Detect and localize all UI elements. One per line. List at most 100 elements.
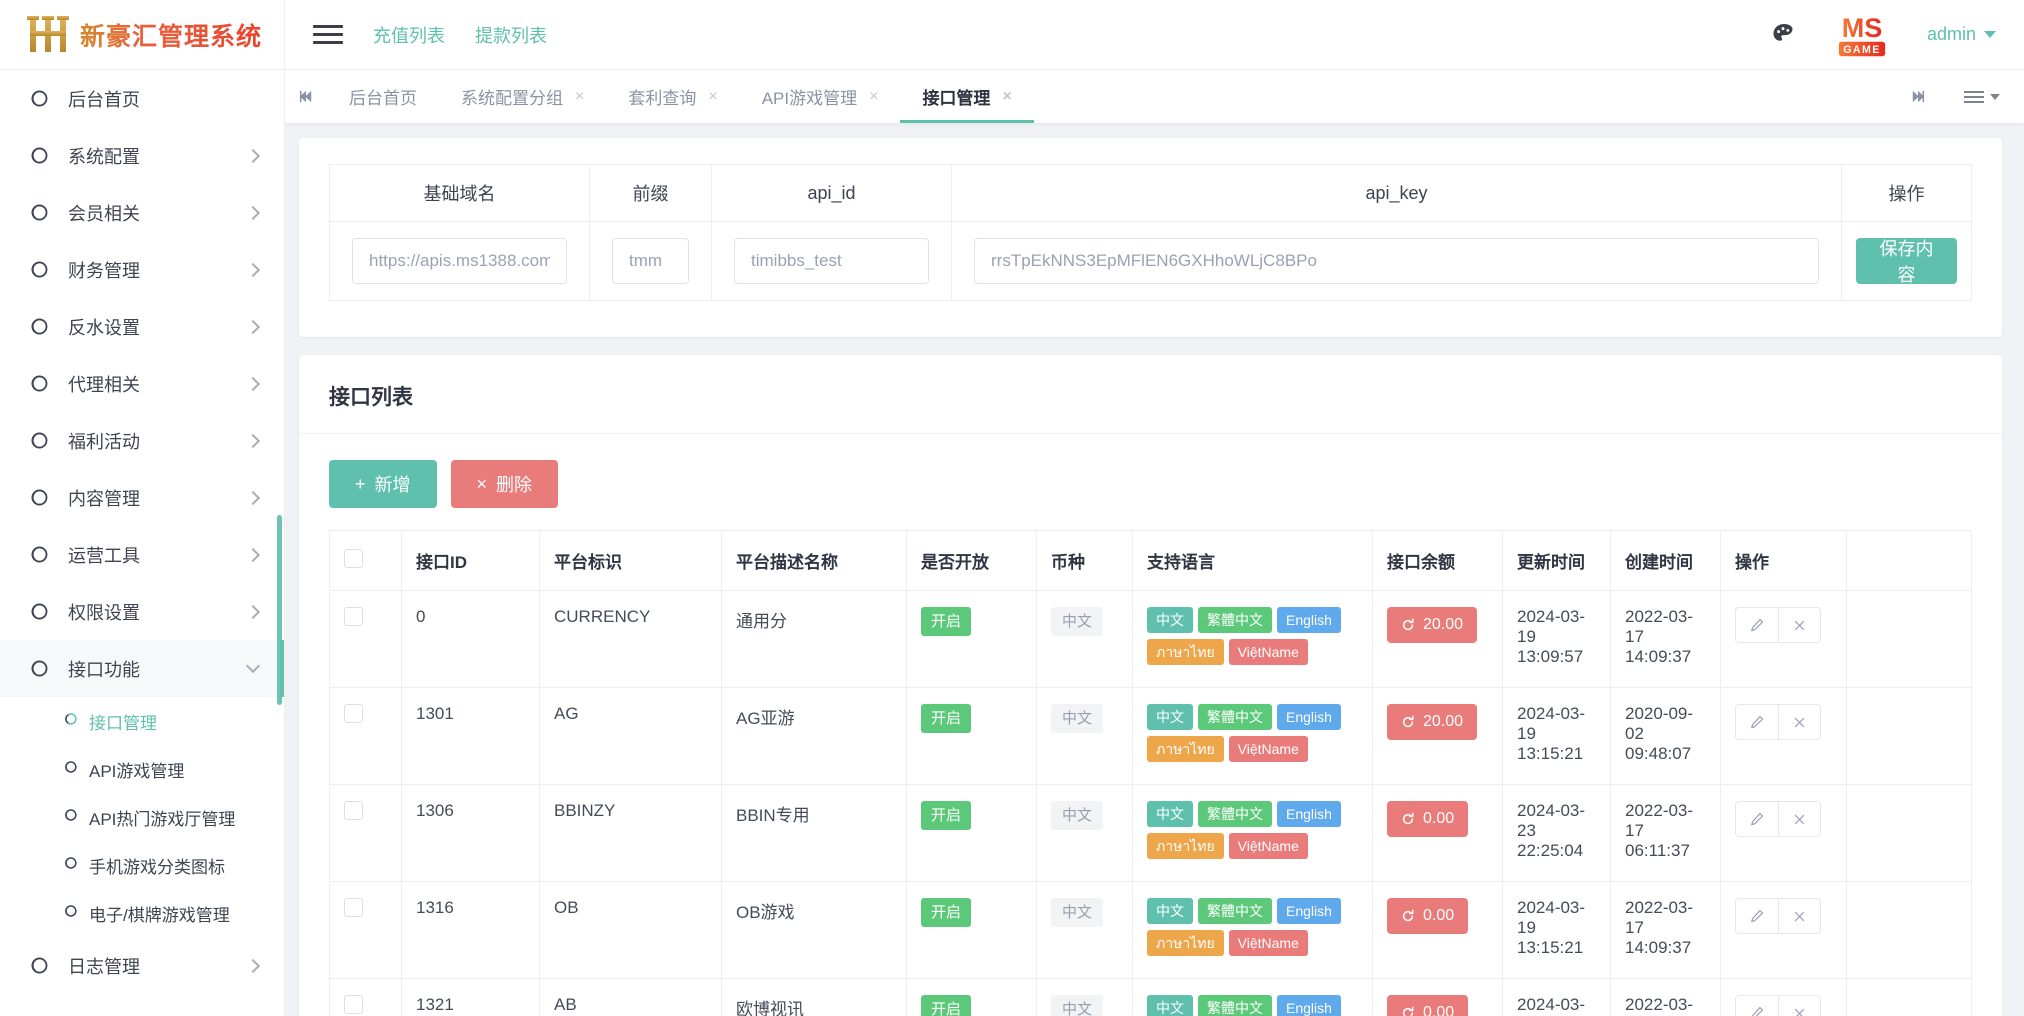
- sidebar-item-1[interactable]: 系统配置: [0, 127, 284, 184]
- sidebar-item-3[interactable]: 财务管理: [0, 241, 284, 298]
- row-checkbox[interactable]: [344, 607, 363, 626]
- column-header-9: 操作: [1721, 531, 1847, 591]
- data-table-wrap: 接口ID平台标识平台描述名称是否开放币种支持语言接口余额更新时间创建时间操作 0…: [299, 530, 2002, 1016]
- sidebar-subitem-2[interactable]: API热门游戏厅管理: [0, 793, 284, 841]
- row-checkbox[interactable]: [344, 995, 363, 1014]
- cell-open-status: 开启: [907, 785, 1037, 882]
- cell-balance: 0.00: [1373, 882, 1503, 979]
- language-tag: ViệtName: [1229, 639, 1308, 665]
- language-tag: English: [1277, 801, 1341, 827]
- sidebar-subitem-3[interactable]: 手机游戏分类图标: [0, 841, 284, 889]
- balance-value: 0.00: [1423, 1004, 1454, 1016]
- tab-3[interactable]: API游戏管理×: [740, 70, 901, 123]
- ring-icon: [62, 711, 78, 732]
- cell-platform-name: 通用分: [722, 591, 907, 688]
- edit-row-button[interactable]: [1736, 608, 1778, 642]
- api-id-input[interactable]: [734, 238, 929, 284]
- table-row: 1321AB欧博视讯开启中文中文繁體中文EnglishภาษาไทยViệtNa…: [330, 979, 1972, 1016]
- tab-0[interactable]: 后台首页: [327, 70, 439, 123]
- delete-row-button[interactable]: [1778, 802, 1820, 836]
- select-all-checkbox[interactable]: [344, 549, 363, 568]
- row-select-cell: [330, 882, 402, 979]
- skip-next-icon[interactable]: [1896, 88, 1938, 105]
- cell-open-status: 开启: [907, 882, 1037, 979]
- language-tag: ViệtName: [1229, 930, 1308, 956]
- sidebar-item-6[interactable]: 福利活动: [0, 412, 284, 469]
- tab-4[interactable]: 接口管理×: [900, 70, 1033, 123]
- skip-previous-icon[interactable]: [285, 70, 327, 123]
- tab-close-icon[interactable]: ×: [1002, 89, 1011, 105]
- tab-close-icon[interactable]: ×: [575, 89, 584, 105]
- palette-icon[interactable]: [1771, 22, 1797, 48]
- edit-row-button[interactable]: [1736, 899, 1778, 933]
- sidebar-item-7[interactable]: 内容管理: [0, 469, 284, 526]
- cell-created-at: 2022-03-17 14:09:37: [1611, 882, 1721, 979]
- delete-row-button[interactable]: [1778, 996, 1820, 1016]
- delete-button[interactable]: × 删除: [451, 460, 559, 508]
- sidebar-item-10[interactable]: 接口功能: [0, 640, 284, 697]
- sidebar-item-4[interactable]: 反水设置: [0, 298, 284, 355]
- sidebar-scrollbar[interactable]: [277, 515, 282, 705]
- tab-2[interactable]: 套利查询×: [606, 70, 739, 123]
- delete-button-label: 删除: [496, 471, 532, 497]
- row-checkbox[interactable]: [344, 704, 363, 723]
- language-tag: ภาษาไทย: [1147, 833, 1224, 859]
- top-link-withdraw[interactable]: 提款列表: [475, 22, 547, 48]
- language-tag: ภาษาไทย: [1147, 639, 1224, 665]
- top-link-recharge[interactable]: 充值列表: [373, 22, 445, 48]
- sidebar-item-5[interactable]: 代理相关: [0, 355, 284, 412]
- tab-label: 后台首页: [349, 84, 417, 109]
- base-domain-input[interactable]: [352, 238, 567, 284]
- cell-created-at: 2022-03-17 14:09:37: [1611, 591, 1721, 688]
- cell-interface-id: 1306: [402, 785, 540, 882]
- ring-icon: [28, 487, 54, 508]
- edit-row-button[interactable]: [1736, 705, 1778, 739]
- delete-row-button[interactable]: [1778, 705, 1820, 739]
- api-key-input[interactable]: [974, 238, 1819, 284]
- sidebar-toggle-icon[interactable]: [313, 23, 343, 47]
- cell-actions: [1721, 882, 1847, 979]
- chevron-right-icon: [246, 319, 260, 333]
- row-checkbox[interactable]: [344, 898, 363, 917]
- tab-close-icon[interactable]: ×: [708, 89, 717, 105]
- sidebar-item-11[interactable]: 日志管理: [0, 937, 284, 994]
- balance-refresh-badge[interactable]: 20.00: [1387, 607, 1477, 643]
- tab-options-menu[interactable]: [1964, 91, 2000, 103]
- tab-close-icon[interactable]: ×: [869, 89, 878, 105]
- sidebar-item-0[interactable]: 后台首页: [0, 70, 284, 127]
- sidebar-subitem-1[interactable]: API游戏管理: [0, 745, 284, 793]
- user-menu[interactable]: admin: [1927, 24, 1996, 45]
- language-tag: 中文: [1147, 995, 1193, 1016]
- prefix-input[interactable]: [612, 238, 689, 284]
- chevron-down-icon: [1984, 31, 1996, 38]
- close-icon: ×: [477, 474, 488, 495]
- config-col-api-key: api_key: [952, 165, 1842, 222]
- add-button[interactable]: + 新增: [329, 460, 437, 508]
- balance-refresh-badge[interactable]: 0.00: [1387, 995, 1468, 1016]
- sidebar-subitem-4[interactable]: 电子/棋牌游戏管理: [0, 889, 284, 937]
- language-tag: ภาษาไทย: [1147, 930, 1224, 956]
- sidebar-item-label: 接口功能: [54, 656, 248, 682]
- tab-1[interactable]: 系统配置分组×: [439, 70, 606, 123]
- balance-refresh-badge[interactable]: 0.00: [1387, 801, 1468, 837]
- delete-row-button[interactable]: [1778, 899, 1820, 933]
- balance-refresh-badge[interactable]: 20.00: [1387, 704, 1477, 740]
- sidebar-item-label: 运营工具: [54, 542, 248, 568]
- edit-row-button[interactable]: [1736, 996, 1778, 1016]
- row-checkbox[interactable]: [344, 801, 363, 820]
- column-header-7: 更新时间: [1503, 531, 1611, 591]
- brand-logo[interactable]: 新豪汇管理系统: [0, 0, 285, 70]
- sidebar-subitem-0[interactable]: 接口管理: [0, 697, 284, 745]
- save-button[interactable]: 保存内容: [1856, 238, 1957, 284]
- status-badge: 开启: [921, 801, 971, 830]
- ring-icon: [28, 145, 54, 166]
- sidebar-item-9[interactable]: 权限设置: [0, 583, 284, 640]
- sidebar-subitem-label: API热门游戏厅管理: [78, 805, 235, 830]
- balance-refresh-badge[interactable]: 0.00: [1387, 898, 1468, 934]
- cell-interface-id: 1301: [402, 688, 540, 785]
- sidebar-item-2[interactable]: 会员相关: [0, 184, 284, 241]
- delete-row-button[interactable]: [1778, 608, 1820, 642]
- edit-row-button[interactable]: [1736, 802, 1778, 836]
- sidebar-item-8[interactable]: 运营工具: [0, 526, 284, 583]
- table-row: 1306BBINZYBBIN专用开启中文中文繁體中文Englishภาษาไทย…: [330, 785, 1972, 882]
